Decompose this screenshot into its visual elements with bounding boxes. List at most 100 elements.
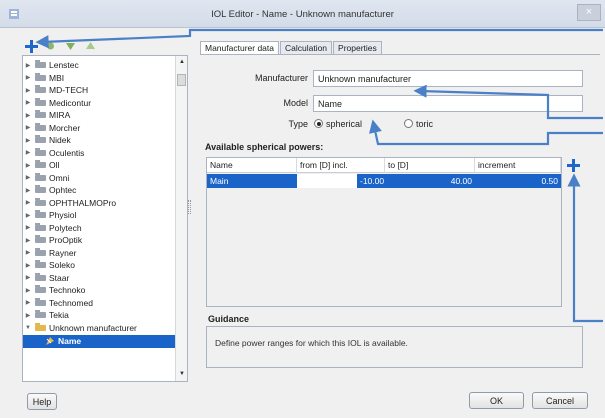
tree-item[interactable]: ▶ OPHTHALMOPro xyxy=(23,197,175,210)
tree-item[interactable]: ▶ Polytech xyxy=(23,222,175,235)
scroll-down-arrow-icon[interactable]: ▼ xyxy=(178,370,186,378)
collapsed-arrow-icon[interactable]: ▶ xyxy=(23,237,33,244)
collapsed-arrow-icon[interactable]: ▶ xyxy=(23,249,33,256)
collapsed-arrow-icon[interactable]: ▶ xyxy=(23,274,33,281)
collapsed-arrow-icon[interactable]: ▶ xyxy=(23,174,33,181)
tree-scrollbar[interactable]: ▲ ▼ xyxy=(175,56,187,381)
close-button[interactable]: × xyxy=(577,4,601,21)
type-spherical-radio[interactable] xyxy=(314,119,323,128)
folder-icon xyxy=(35,322,46,331)
add-power-range-button[interactable] xyxy=(567,159,581,173)
tree-item[interactable]: ▶ Lenstec xyxy=(23,59,175,72)
grid-header: Name from [D] incl. to [D] increment xyxy=(207,158,561,173)
tab-properties[interactable]: Properties xyxy=(333,41,382,55)
tree-item[interactable]: ▶ MIRA xyxy=(23,109,175,122)
tree-item-label: Unknown manufacturer xyxy=(49,322,137,333)
tree-item[interactable]: ▶ Oculentis xyxy=(23,147,175,160)
tab-calculation[interactable]: Calculation xyxy=(279,41,333,55)
tree-item[interactable]: ▶ Nidek xyxy=(23,134,175,147)
tree-item-label: Rayner xyxy=(49,247,77,258)
collapsed-arrow-icon[interactable]: ▶ xyxy=(23,99,33,106)
tree-item[interactable]: ▶ Ophtec xyxy=(23,184,175,197)
tree-item[interactable]: ▶ Technoko xyxy=(23,284,175,297)
folder-icon xyxy=(35,110,46,119)
tree-item[interactable]: ▶ Rayner xyxy=(23,247,175,260)
collapsed-arrow-icon[interactable]: ▶ xyxy=(23,299,33,306)
tree-item-label: MIRA xyxy=(49,110,71,121)
tree-item[interactable]: ▶ MD-TECH xyxy=(23,84,175,97)
tree-item[interactable]: ▶ ProOptik xyxy=(23,234,175,247)
powers-grid[interactable]: Name from [D] incl. to [D] increment Mai… xyxy=(206,157,562,307)
folder-icon xyxy=(35,310,46,319)
help-button[interactable]: Help xyxy=(27,393,57,410)
collapsed-arrow-icon[interactable]: ▶ xyxy=(23,224,33,231)
collapsed-arrow-icon[interactable]: ▶ xyxy=(23,112,33,119)
guidance-box: Define power ranges for which this IOL i… xyxy=(206,326,583,368)
table-row[interactable]: Main -10.00 40.00 0.50 xyxy=(207,174,561,188)
collapsed-arrow-icon[interactable]: ▶ xyxy=(23,212,33,219)
manufacturer-input[interactable] xyxy=(313,70,583,87)
folder-icon xyxy=(35,147,46,156)
column-header-increment[interactable]: increment xyxy=(475,158,561,173)
tree-item[interactable]: ▶ Morcher xyxy=(23,122,175,135)
splitter-handle[interactable] xyxy=(188,200,191,214)
cell-edit-box[interactable] xyxy=(297,174,357,188)
type-toric-radio[interactable] xyxy=(404,119,413,128)
tree-item-selected[interactable]: Name xyxy=(23,335,175,348)
tab-manufacturer-data[interactable]: Manufacturer data xyxy=(200,41,279,55)
tree-item[interactable]: ▶ Staar xyxy=(23,272,175,285)
manufacturer-label: Manufacturer xyxy=(254,73,308,83)
tree-item[interactable]: ▼ Unknown manufacturer xyxy=(23,322,175,335)
tree-item-label: MD-TECH xyxy=(49,85,89,96)
tree-item[interactable]: ▶ Medicontur xyxy=(23,97,175,110)
model-input[interactable] xyxy=(313,95,583,112)
move-down-button[interactable] xyxy=(64,41,76,51)
cell-increment[interactable]: 0.50 xyxy=(475,174,561,188)
tree-item-label: Name xyxy=(58,336,82,347)
collapsed-arrow-icon[interactable]: ▶ xyxy=(23,137,33,144)
folder-icon xyxy=(35,135,46,144)
tree-item[interactable]: ▶ MBI xyxy=(23,72,175,85)
tree-item-label: Tekia xyxy=(49,310,69,321)
collapsed-arrow-icon[interactable]: ▶ xyxy=(23,287,33,294)
tree-item[interactable]: ▶ Technomed xyxy=(23,297,175,310)
collapsed-arrow-icon[interactable]: ▶ xyxy=(23,62,33,69)
scroll-up-arrow-icon[interactable]: ▲ xyxy=(178,58,186,66)
remove-button[interactable] xyxy=(44,41,56,51)
type-toric-label[interactable]: toric xyxy=(416,119,433,129)
collapsed-arrow-icon[interactable]: ▶ xyxy=(23,162,33,169)
collapsed-arrow-icon[interactable]: ▶ xyxy=(23,124,33,131)
ok-button[interactable]: OK xyxy=(469,392,524,409)
collapsed-arrow-icon[interactable]: ▶ xyxy=(23,312,33,319)
column-header-to[interactable]: to [D] xyxy=(385,158,475,173)
tree-item-label: Ophtec xyxy=(49,185,77,196)
collapsed-arrow-icon[interactable]: ▶ xyxy=(23,262,33,269)
column-header-from[interactable]: from [D] incl. xyxy=(297,158,385,173)
cell-name[interactable]: Main xyxy=(207,174,297,188)
tree-item[interactable]: ▶ Omni xyxy=(23,172,175,185)
tree-item[interactable]: ▶ Oll xyxy=(23,159,175,172)
collapsed-arrow-icon[interactable]: ▶ xyxy=(23,74,33,81)
move-up-button[interactable] xyxy=(84,41,96,51)
gear-icon xyxy=(46,42,54,50)
expanded-arrow-icon[interactable]: ▼ xyxy=(23,325,33,331)
tree-item[interactable]: ▶ Physiol xyxy=(23,209,175,222)
cell-to[interactable]: 40.00 xyxy=(385,174,475,188)
scroll-thumb[interactable] xyxy=(177,74,186,86)
tree-item[interactable]: ▶ Soleko xyxy=(23,259,175,272)
cancel-button[interactable]: Cancel xyxy=(532,392,588,409)
guidance-text: Define power ranges for which this IOL i… xyxy=(215,338,408,348)
add-manufacturer-button[interactable] xyxy=(24,39,38,53)
tree-item[interactable]: ▶ Tekia xyxy=(23,309,175,322)
manufacturer-tree[interactable]: ▲ ▼ ▶ Lenstec ▶ MBI ▶ MD-TECH ▶ Medicontur ▶ MIRA… xyxy=(22,55,188,382)
column-header-name[interactable]: Name xyxy=(207,158,297,173)
tree-item-label: Morcher xyxy=(49,122,81,133)
cell-from[interactable]: -10.00 xyxy=(357,174,385,188)
folder-icon xyxy=(35,285,46,294)
collapsed-arrow-icon[interactable]: ▶ xyxy=(23,187,33,194)
collapsed-arrow-icon[interactable]: ▶ xyxy=(23,87,33,94)
folder-icon xyxy=(35,210,46,219)
type-spherical-label[interactable]: spherical xyxy=(326,119,362,129)
collapsed-arrow-icon[interactable]: ▶ xyxy=(23,149,33,156)
collapsed-arrow-icon[interactable]: ▶ xyxy=(23,199,33,206)
